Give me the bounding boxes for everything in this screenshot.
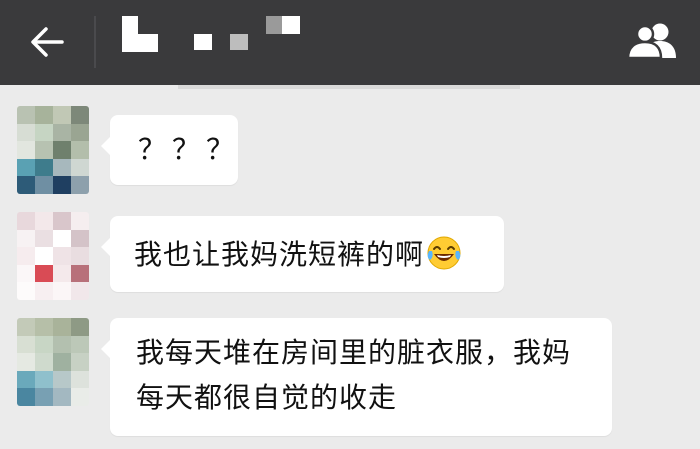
message-row: 我每天堆在房间里的脏衣服，我妈每天都很自觉的收走 bbox=[0, 318, 700, 442]
avatar-pixel bbox=[17, 335, 35, 354]
avatar-pixel bbox=[17, 212, 35, 230]
avatar-pixel bbox=[71, 370, 89, 389]
avatar[interactable] bbox=[17, 318, 89, 406]
avatar-pixel bbox=[71, 212, 89, 230]
avatar-pixel bbox=[53, 229, 71, 248]
avatar-pixel bbox=[35, 370, 53, 389]
avatar-pixel bbox=[35, 388, 53, 406]
avatar-pixel bbox=[35, 106, 53, 124]
avatar-pixel bbox=[53, 264, 71, 283]
avatar-pixel bbox=[53, 370, 71, 389]
message-bubble[interactable]: ？？？ bbox=[101, 115, 241, 185]
avatar-pixel bbox=[35, 353, 53, 371]
avatar-pixel bbox=[17, 123, 35, 142]
avatar-pixel bbox=[17, 353, 35, 371]
avatar-pixel bbox=[71, 247, 89, 265]
avatar-pixel bbox=[53, 247, 71, 265]
message-row: 我也让我妈洗短裤的啊 bbox=[0, 212, 700, 302]
group-contacts-icon bbox=[626, 23, 676, 60]
avatar-pixel bbox=[35, 264, 53, 283]
avatar-pixel bbox=[53, 282, 71, 300]
message-bubble[interactable]: 我每天堆在房间里的脏衣服，我妈每天都很自觉的收走 bbox=[101, 318, 612, 436]
avatar-pixel bbox=[53, 353, 71, 371]
message-bubble[interactable]: 我也让我妈洗短裤的啊 bbox=[101, 216, 504, 292]
avatar[interactable] bbox=[17, 106, 89, 194]
avatar-pixel bbox=[35, 229, 53, 248]
message-row: ？？？ bbox=[0, 106, 700, 196]
avatar-pixel bbox=[71, 318, 89, 336]
avatar-pixel bbox=[35, 335, 53, 354]
avatar-pixel bbox=[35, 176, 53, 194]
back-button[interactable] bbox=[26, 22, 70, 62]
header-shadow bbox=[178, 85, 520, 89]
avatar-pixel bbox=[71, 106, 89, 124]
avatar-pixel bbox=[17, 318, 35, 336]
avatar-pixel bbox=[35, 123, 53, 142]
avatar-pixel bbox=[71, 176, 89, 194]
avatar-pixel bbox=[53, 388, 71, 406]
header-divider bbox=[94, 16, 96, 68]
avatar-pixel bbox=[71, 282, 89, 300]
avatar-pixel bbox=[53, 141, 71, 159]
avatar-pixel bbox=[53, 335, 71, 354]
avatar-pixel bbox=[71, 229, 89, 248]
message-text: 我每天堆在房间里的脏衣服，我妈每天都很自觉的收走 bbox=[136, 336, 572, 414]
face-with-tears-of-joy-icon bbox=[427, 236, 461, 270]
avatar-pixel bbox=[17, 176, 35, 194]
avatar-pixel bbox=[17, 141, 35, 159]
avatar-pixel bbox=[35, 247, 53, 265]
avatar-pixel bbox=[71, 123, 89, 142]
arrow-left-icon bbox=[31, 27, 64, 57]
avatar-pixel bbox=[53, 158, 71, 177]
avatar-pixel bbox=[53, 176, 71, 194]
avatar-pixel bbox=[35, 212, 53, 230]
avatar-pixel bbox=[17, 247, 35, 265]
avatar-pixel bbox=[53, 106, 71, 124]
avatar-pixel bbox=[71, 388, 89, 406]
avatar-pixel bbox=[35, 282, 53, 300]
avatar-pixel bbox=[71, 141, 89, 159]
avatar-pixel bbox=[17, 282, 35, 300]
avatar-pixel bbox=[17, 264, 35, 283]
avatar[interactable] bbox=[17, 212, 89, 300]
avatar-pixel bbox=[71, 158, 89, 177]
chat-header bbox=[0, 0, 700, 85]
chat-title-obscured bbox=[122, 16, 312, 60]
avatar-pixel bbox=[17, 229, 35, 248]
avatar-pixel bbox=[17, 106, 35, 124]
avatar-pixel bbox=[53, 212, 71, 230]
avatar-pixel bbox=[71, 264, 89, 283]
avatar-pixel bbox=[17, 388, 35, 406]
avatar-pixel bbox=[17, 370, 35, 389]
avatar-pixel bbox=[53, 318, 71, 336]
avatar-pixel bbox=[71, 353, 89, 371]
avatar-pixel bbox=[71, 335, 89, 354]
avatar-pixel bbox=[35, 318, 53, 336]
message-text: 我也让我妈洗短裤的啊 bbox=[134, 238, 425, 271]
chat-info-button[interactable] bbox=[624, 20, 684, 62]
avatar-pixel bbox=[17, 158, 35, 177]
message-text: ？？？ bbox=[138, 133, 241, 166]
avatar-pixel bbox=[53, 123, 71, 142]
avatar-pixel bbox=[35, 141, 53, 159]
avatar-pixel bbox=[35, 158, 53, 177]
